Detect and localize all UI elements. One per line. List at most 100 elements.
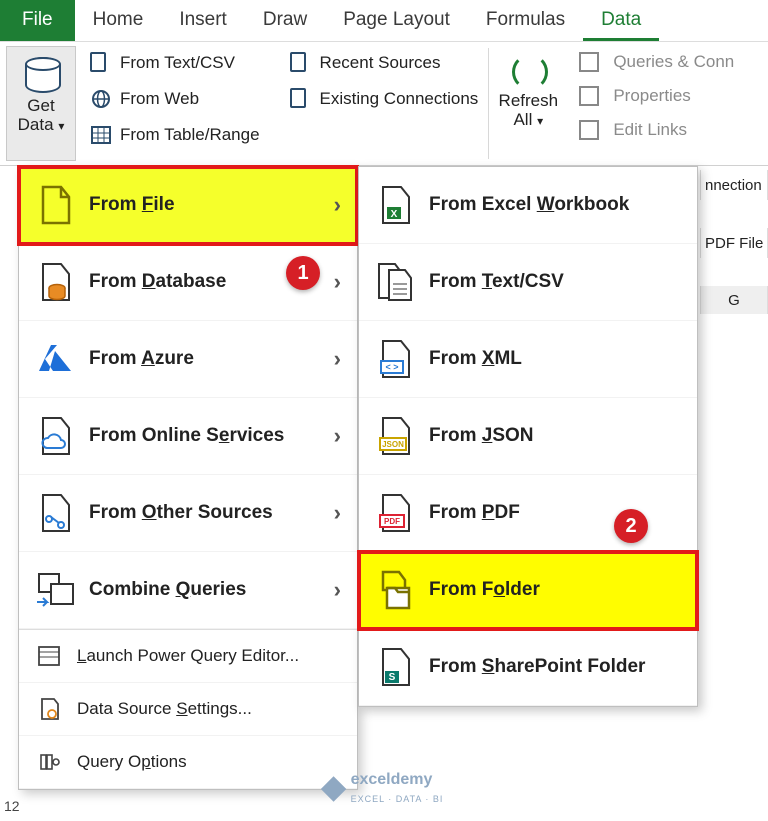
ribbon: Get Data ▾ From Text/CSV From Web From T… [0, 42, 768, 166]
menu-query-options-label: Query Options [77, 752, 187, 772]
chevron-right-icon [334, 269, 341, 295]
properties-label: Properties [613, 86, 690, 106]
watermark-brand: exceldemy [351, 771, 433, 788]
refresh-all-button[interactable]: Refresh All ▾ [489, 42, 567, 165]
chevron-right-icon [334, 423, 341, 449]
pdf-icon: PDF [375, 493, 415, 533]
cloud-file-icon [35, 416, 75, 456]
tab-page-layout[interactable]: Page Layout [325, 0, 468, 41]
menu-combine-queries-label: Combine Queries [89, 579, 246, 601]
menu-from-azure-label: From Azure [89, 348, 194, 370]
recent-sources-button[interactable]: Recent Sources [284, 48, 485, 78]
properties-button: Properties [573, 82, 740, 110]
chevron-right-icon [334, 500, 341, 526]
azure-icon [35, 339, 75, 379]
from-table-range-label: From Table/Range [120, 125, 260, 145]
combine-queries-icon [35, 570, 75, 610]
submenu-from-pdf[interactable]: PDF From PDF [359, 475, 697, 552]
watermark-logo-icon [321, 776, 346, 801]
queries-connections-label: Queries & Conn [613, 52, 734, 72]
get-data-label: Get Data [18, 96, 55, 134]
from-web-label: From Web [120, 89, 199, 109]
watermark: exceldemy EXCEL · DATA · BI [325, 771, 444, 807]
from-text-csv-button[interactable]: From Text/CSV [84, 48, 266, 78]
menu-from-other-sources-label: From Other Sources [89, 502, 273, 524]
chevron-right-icon [334, 192, 341, 218]
menu-from-other-sources[interactable]: From Other Sources [19, 475, 357, 552]
row-number[interactable]: 12 [4, 798, 20, 814]
watermark-tagline: EXCEL · DATA · BI [351, 794, 444, 804]
existing-connections-label: Existing Connections [320, 89, 479, 109]
cell-pdf-label: PDF File [700, 228, 768, 258]
edit-links-button: Edit Links [573, 116, 740, 144]
menu-combine-queries[interactable]: Combine Queries [19, 552, 357, 629]
properties-icon [579, 86, 599, 106]
submenu-from-json[interactable]: JSON From JSON [359, 398, 697, 475]
submenu-from-folder[interactable]: From Folder [359, 552, 697, 629]
edit-links-label: Edit Links [613, 120, 687, 140]
other-sources-icon [35, 493, 75, 533]
clock-file-icon [290, 52, 312, 74]
file-icon [35, 185, 75, 225]
json-icon: JSON [375, 416, 415, 456]
recent-sources-label: Recent Sources [320, 53, 441, 73]
submenu-from-xml[interactable]: < > From XML [359, 321, 697, 398]
tab-formulas[interactable]: Formulas [468, 0, 583, 41]
refresh-all-label: Refresh All [499, 91, 559, 129]
menu-from-file[interactable]: From File [19, 167, 357, 244]
connections-icon [290, 88, 312, 110]
submenu-from-text-csv[interactable]: From Text/CSV [359, 244, 697, 321]
menu-query-options[interactable]: Query Options [19, 736, 357, 789]
svg-text:JSON: JSON [382, 440, 404, 449]
tab-file[interactable]: File [0, 0, 75, 41]
callout-badge-2: 2 [614, 509, 648, 543]
submenu-from-sharepoint-folder-label: From SharePoint Folder [429, 656, 645, 678]
svg-text:< >: < > [385, 362, 398, 372]
chevron-right-icon [334, 577, 341, 603]
database-icon [19, 53, 63, 95]
text-csv-icon [375, 262, 415, 302]
xml-icon: < > [375, 339, 415, 379]
excel-file-icon: X [375, 185, 415, 225]
menu-launch-power-query-editor[interactable]: Launch Power Query Editor... [19, 630, 357, 683]
file-csv-icon [90, 52, 112, 74]
menu-from-online-services-label: From Online Services [89, 425, 284, 447]
menu-from-database-label: From Database [89, 271, 226, 293]
tab-insert[interactable]: Insert [161, 0, 245, 41]
menu-data-source-settings-label: Data Source Settings... [77, 699, 252, 719]
svg-text:S: S [389, 672, 396, 683]
sharepoint-icon: S [375, 647, 415, 687]
globe-icon [90, 88, 112, 110]
callout-badge-1: 1 [286, 256, 320, 290]
tab-draw[interactable]: Draw [245, 0, 325, 41]
ribbon-tabs: File Home Insert Draw Page Layout Formul… [0, 0, 768, 42]
from-file-submenu: X From Excel Workbook From Text/CSV < > … [358, 166, 698, 707]
table-icon [90, 124, 112, 146]
from-web-button[interactable]: From Web [84, 84, 266, 114]
from-text-csv-label: From Text/CSV [120, 53, 235, 73]
submenu-from-pdf-label: From PDF [429, 502, 520, 524]
queries-connections-button[interactable]: Queries & Conn [573, 48, 740, 76]
group-label-fragment: nnection [700, 170, 768, 200]
column-header-g[interactable]: G [700, 286, 768, 314]
links-icon [579, 120, 599, 140]
from-table-range-button[interactable]: From Table/Range [84, 120, 266, 150]
get-data-button[interactable]: Get Data ▾ [6, 46, 76, 161]
database-file-icon [35, 262, 75, 302]
submenu-from-excel-workbook-label: From Excel Workbook [429, 194, 629, 216]
pqe-icon [35, 642, 63, 670]
tab-data[interactable]: Data [583, 0, 659, 41]
refresh-icon [506, 48, 550, 92]
existing-connections-button[interactable]: Existing Connections [284, 84, 485, 114]
submenu-from-sharepoint-folder[interactable]: S From SharePoint Folder [359, 629, 697, 706]
menu-from-online-services[interactable]: From Online Services [19, 398, 357, 475]
menu-data-source-settings[interactable]: Data Source Settings... [19, 683, 357, 736]
submenu-from-xml-label: From XML [429, 348, 522, 370]
menu-from-file-label: From File [89, 194, 175, 216]
tab-home[interactable]: Home [75, 0, 162, 41]
menu-from-azure[interactable]: From Azure [19, 321, 357, 398]
submenu-from-json-label: From JSON [429, 425, 534, 447]
settings-file-icon [35, 695, 63, 723]
submenu-from-excel-workbook[interactable]: X From Excel Workbook [359, 167, 697, 244]
folder-file-icon [375, 570, 415, 610]
